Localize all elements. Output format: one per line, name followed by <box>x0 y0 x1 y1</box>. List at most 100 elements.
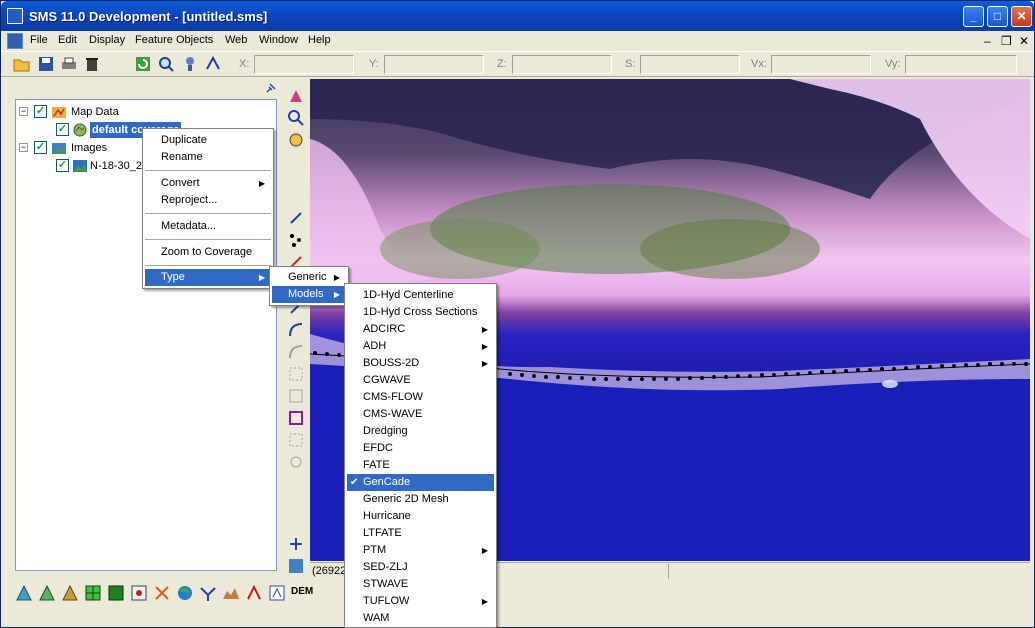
menu-item-model[interactable]: 1D-Hyd Cross Sections <box>347 304 494 321</box>
menu-item-model[interactable]: Dredging <box>347 423 494 440</box>
rotate-icon[interactable] <box>204 55 222 73</box>
app-window: SMS 11.0 Development - [untitled.sms] _ … <box>0 0 1035 628</box>
menu-item-type[interactable]: Type ▶ <box>145 269 271 286</box>
menu-edit[interactable]: Edit <box>58 34 77 46</box>
disabled-measure-tool-icon[interactable] <box>287 453 305 471</box>
disabled-arc-tool-icon[interactable] <box>287 343 305 361</box>
menu-window[interactable]: Window <box>259 34 298 46</box>
frame-icon[interactable] <box>181 55 199 73</box>
map-module-icon[interactable] <box>153 584 171 602</box>
1d-module-icon[interactable] <box>199 584 217 602</box>
delete-trash-icon[interactable] <box>83 55 101 73</box>
open-folder-icon[interactable] <box>13 55 31 73</box>
submenu-arrow-icon: ▶ <box>481 342 488 351</box>
close-button[interactable]: ✕ <box>1011 6 1032 27</box>
menu-item-model[interactable]: TUFLOW ▶ <box>347 593 494 610</box>
print-icon[interactable] <box>60 55 78 73</box>
menu-item-model[interactable]: ✔ GenCade <box>347 474 494 491</box>
vx-coord-label: Vx: <box>751 58 767 70</box>
maximize-button[interactable]: □ <box>987 6 1008 27</box>
select-points-tool-icon[interactable] <box>287 231 305 249</box>
menu-item-model[interactable]: BOUSS-2D ▶ <box>347 355 494 372</box>
menu-display[interactable]: Display <box>89 34 125 46</box>
menu-item-model[interactable]: ADCIRC ▶ <box>347 321 494 338</box>
refresh-icon[interactable] <box>134 55 152 73</box>
visibility-checkbox[interactable]: ✓ <box>34 141 47 154</box>
mdi-restore-button[interactable]: ❐ <box>1001 34 1012 48</box>
submenu-arrow-icon: ▶ <box>258 273 265 282</box>
visibility-checkbox[interactable]: ✓ <box>34 105 47 118</box>
minimize-button[interactable]: _ <box>963 6 984 27</box>
raster-module-icon[interactable] <box>268 584 286 602</box>
menu-item-model[interactable]: STWAVE <box>347 576 494 593</box>
grid-module-icon[interactable] <box>38 584 56 602</box>
menu-item-zoom-to-coverage[interactable]: Zoom to Coverage <box>145 244 271 261</box>
menu-item-label: BOUSS-2D <box>363 357 420 369</box>
window-title: SMS 11.0 Development - [untitled.sms] <box>29 9 268 24</box>
scatter-module-icon[interactable] <box>61 584 79 602</box>
menu-item-model[interactable]: FATE <box>347 457 494 474</box>
document-icon[interactable] <box>7 33 23 49</box>
select-polygon-tool-icon[interactable] <box>287 365 305 383</box>
menu-item-convert[interactable]: Convert ▶ <box>145 175 271 192</box>
menu-item-label: Metadata... <box>161 220 217 232</box>
particle-module-icon[interactable] <box>130 584 148 602</box>
map-tool-icon[interactable] <box>287 557 305 575</box>
select-region-tool-icon[interactable] <box>287 387 305 405</box>
type-submenu: Generic ▶ Models ▶ <box>269 266 349 306</box>
create-polygon-tool-icon[interactable] <box>287 409 305 427</box>
menu-feature-objects[interactable]: Feature Objects <box>135 34 213 46</box>
menu-item-model[interactable]: CGWAVE <box>347 372 494 389</box>
menu-item-label: PTM <box>363 544 387 556</box>
rotate-tool-icon[interactable] <box>287 131 305 149</box>
cartesian-grid-icon[interactable] <box>84 584 102 602</box>
models-submenu: 1D-Hyd Centerline 1D-Hyd Cross Sections AD… <box>344 283 497 628</box>
collapse-toggle[interactable]: − <box>19 107 28 116</box>
menu-item-metadata[interactable]: Metadata... <box>145 218 271 235</box>
menu-item-label: Hurricane <box>363 510 411 522</box>
menu-item-model[interactable]: ADH ▶ <box>347 338 494 355</box>
menu-item-model[interactable]: CMS-FLOW <box>347 389 494 406</box>
menu-item-model[interactable]: Generic 2D Mesh <box>347 491 494 508</box>
vy-coord-label: Vy: <box>885 58 901 70</box>
mdi-close-button[interactable]: ✕ <box>1019 34 1029 48</box>
pin-icon[interactable] <box>265 82 277 94</box>
menu-item-generic[interactable]: Generic ▶ <box>272 269 346 286</box>
menu-item-model[interactable]: WAM <box>347 610 494 627</box>
cross-section-icon[interactable] <box>222 584 240 602</box>
menu-item-model[interactable]: Hurricane <box>347 508 494 525</box>
zoom-tool-icon[interactable] <box>287 109 305 127</box>
menu-help[interactable]: Help <box>308 34 331 46</box>
menu-item-model[interactable]: 1D-Hyd Centerline <box>347 287 494 304</box>
mdi-minimize-button[interactable]: – <box>984 34 991 48</box>
save-icon[interactable] <box>37 55 55 73</box>
menu-item-model[interactable]: SED-ZLJ <box>347 559 494 576</box>
create-arc-tool-icon[interactable] <box>287 321 305 339</box>
disabled-polygon-tool-icon[interactable] <box>287 431 305 449</box>
gis-module-icon[interactable] <box>176 584 194 602</box>
dem-module-label[interactable]: DEM <box>291 586 313 597</box>
transform-tool-icon[interactable] <box>287 535 305 553</box>
zoom-icon[interactable] <box>157 55 175 73</box>
menu-file[interactable]: File <box>30 34 48 46</box>
menu-item-model[interactable]: CMS-WAVE <box>347 406 494 423</box>
menu-item-model[interactable]: EFDC <box>347 440 494 457</box>
menu-item-reproject[interactable]: Reproject... <box>145 192 271 209</box>
collapse-toggle[interactable]: − <box>19 143 28 152</box>
menu-item-model[interactable]: PTM ▶ <box>347 542 494 559</box>
visibility-checkbox[interactable]: ✓ <box>56 159 69 172</box>
menu-web[interactable]: Web <box>225 34 247 46</box>
menu-item-label: Generic 2D Mesh <box>363 493 449 505</box>
tree-item-map-data[interactable]: − ✓ Map Data <box>19 104 219 120</box>
quadtree-icon[interactable] <box>107 584 125 602</box>
pan-tool-icon[interactable] <box>287 87 305 105</box>
mesh-module-icon[interactable] <box>15 584 33 602</box>
title-bar[interactable]: SMS 11.0 Development - [untitled.sms] _ … <box>1 1 1034 31</box>
menu-item-rename[interactable]: Rename <box>145 149 271 166</box>
menu-item-model[interactable]: LTFATE <box>347 525 494 542</box>
select-arc-tool-icon[interactable] <box>287 209 305 227</box>
menu-item-duplicate[interactable]: Duplicate <box>145 132 271 149</box>
visibility-checkbox[interactable]: ✓ <box>56 123 69 136</box>
tidal-module-icon[interactable] <box>245 584 263 602</box>
menu-item-models[interactable]: Models ▶ <box>272 286 346 303</box>
